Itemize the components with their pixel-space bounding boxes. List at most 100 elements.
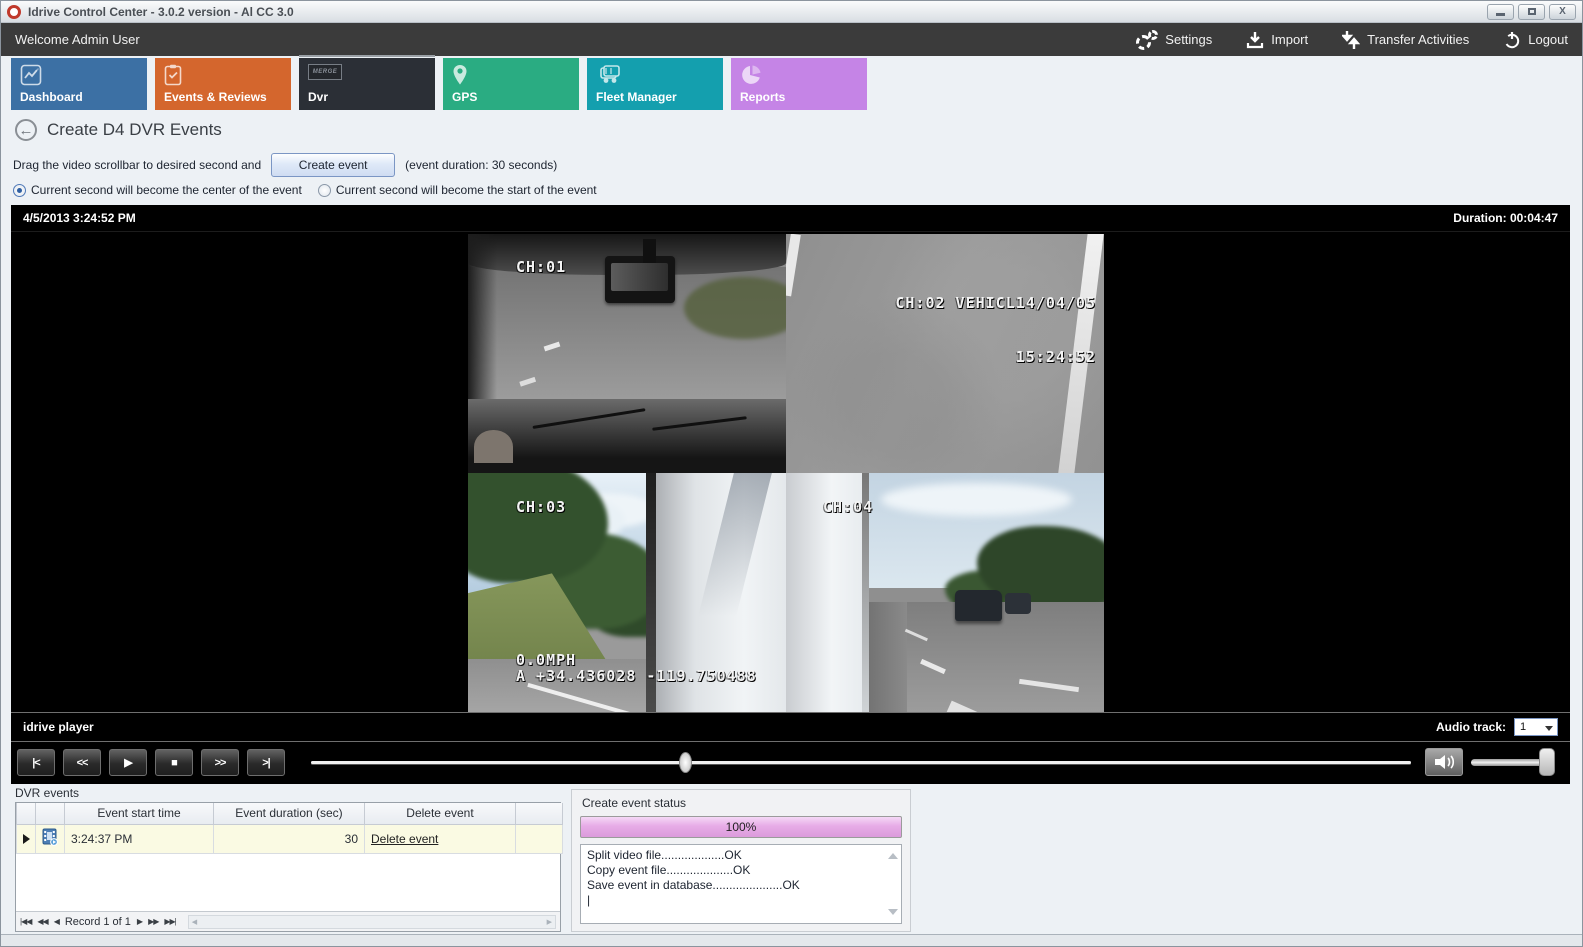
welcome-text: Welcome Admin User: [15, 32, 1136, 47]
import-icon: [1246, 31, 1264, 49]
create-event-status-panel: Create event status 100% Split video fil…: [571, 789, 911, 932]
radio-center-of-event[interactable]: Current second will become the center of…: [13, 183, 302, 197]
playback-controls: |< << ▶ ■ >> >|: [11, 742, 1570, 783]
prev-page-button[interactable]: ◀◀: [37, 917, 47, 926]
bottom-section: DVR events Event start time Event durati…: [11, 786, 1570, 932]
menu-bar: Welcome Admin User Settings Import: [1, 23, 1582, 56]
maximize-icon: [1528, 8, 1536, 15]
player-title: idrive player: [23, 720, 1436, 734]
video-quad: CH:01 CH:02 VEHICL14/04/05 15:24:52 CH:0…: [468, 234, 1104, 712]
osd-gps-coordinates: A +34.436028 -119.750488: [516, 667, 757, 685]
scroll-down-icon[interactable]: [888, 909, 898, 915]
seek-slider[interactable]: [311, 761, 1411, 764]
tab-dvr[interactable]: MERGE Dvr: [299, 58, 435, 110]
prev-record-button[interactable]: ◀: [54, 917, 59, 926]
settings-button[interactable]: Settings: [1136, 30, 1212, 50]
osd-ch2-line2: 15:24:52: [895, 348, 1096, 366]
row-selector-header: [17, 803, 36, 824]
scroll-left-icon: ◀: [192, 918, 197, 926]
audio-track-value: 1: [1520, 721, 1526, 733]
filler-cell: [516, 824, 563, 853]
osd-ch2-line1: CH:02 VEHICL14/04/05: [895, 294, 1096, 312]
window-bottom-frame: [1, 934, 1582, 946]
dvr-events-label: DVR events: [15, 786, 79, 800]
first-record-button[interactable]: |◀◀: [20, 917, 31, 926]
tab-dashboard-label: Dashboard: [20, 90, 83, 104]
checklist-icon: [164, 64, 182, 86]
radio-start-label: Current second will become the start of …: [336, 183, 597, 197]
delete-event-link[interactable]: Delete event: [371, 832, 438, 846]
minimize-icon: [1496, 13, 1505, 16]
col-event-start-time[interactable]: Event start time: [65, 803, 214, 824]
table-empty-area: [16, 854, 560, 912]
close-button[interactable]: X: [1549, 4, 1576, 20]
maximize-button[interactable]: [1518, 4, 1545, 20]
tab-reports[interactable]: Reports: [731, 58, 867, 110]
progress-bar: 100%: [580, 816, 902, 838]
go-to-start-button[interactable]: |<: [17, 749, 55, 776]
dvr-events-table: Event start time Event duration (sec) De…: [15, 802, 561, 932]
gear-icon: [1136, 30, 1158, 50]
minimize-button[interactable]: [1487, 4, 1514, 20]
fast-forward-button[interactable]: >>: [201, 749, 239, 776]
app-window: Idrive Control Center - 3.0.2 version - …: [0, 0, 1583, 947]
pie-chart-icon: [740, 64, 762, 86]
rewind-button[interactable]: <<: [63, 749, 101, 776]
tab-gps[interactable]: GPS: [443, 58, 579, 110]
close-icon: X: [1559, 7, 1566, 17]
osd-ch1-label: CH:01: [516, 258, 566, 276]
col-delete-event[interactable]: Delete event: [365, 803, 516, 824]
mute-button[interactable]: [1425, 748, 1463, 776]
log-line: Split video file...................OK: [587, 848, 885, 863]
tab-gps-label: GPS: [452, 90, 477, 104]
row-selector-cell: [17, 824, 36, 853]
tab-dashboard[interactable]: Dashboard: [11, 58, 147, 110]
next-record-button[interactable]: ▶: [137, 917, 142, 926]
event-icon-cell: [36, 824, 65, 853]
video-area: CH:01 CH:02 VEHICL14/04/05 15:24:52 CH:0…: [11, 232, 1570, 712]
tab-events-reviews[interactable]: Events & Reviews: [155, 58, 291, 110]
app-logo-icon: [7, 5, 21, 19]
seek-slider-thumb[interactable]: [679, 752, 692, 773]
table-row[interactable]: 3:24:37 PM 30 Delete event: [17, 824, 563, 853]
transfer-icon: [1342, 30, 1360, 50]
back-button[interactable]: ←: [15, 119, 37, 141]
osd-ch3-label: CH:03: [516, 498, 566, 516]
audio-track-select[interactable]: 1: [1514, 718, 1558, 736]
tab-dvr-label: Dvr: [308, 90, 328, 104]
truck-icon: [596, 64, 622, 86]
radio-start-of-event[interactable]: Current second will become the start of …: [318, 183, 597, 197]
last-record-button[interactable]: ▶▶|: [164, 917, 175, 926]
logout-button[interactable]: Logout: [1503, 31, 1568, 49]
volume-slider[interactable]: [1471, 759, 1555, 766]
speaker-icon: [1433, 754, 1455, 770]
import-label: Import: [1271, 32, 1308, 47]
stop-button[interactable]: ■: [155, 749, 193, 776]
logout-label: Logout: [1528, 32, 1568, 47]
log-cursor: |: [587, 893, 885, 908]
icon-column-header: [36, 803, 65, 824]
active-tab-indicator: [299, 55, 435, 57]
horizontal-scrollbar[interactable]: ◀ ▶: [188, 915, 556, 929]
scroll-up-icon[interactable]: [888, 853, 898, 859]
tab-reports-label: Reports: [740, 90, 785, 104]
transfer-activities-button[interactable]: Transfer Activities: [1342, 30, 1469, 50]
radio-center-label: Current second will become the center of…: [31, 183, 302, 197]
go-to-end-button[interactable]: >|: [247, 749, 285, 776]
create-event-button[interactable]: Create event: [271, 153, 395, 177]
status-log[interactable]: Split video file...................OK Co…: [580, 844, 902, 924]
volume-slider-thumb[interactable]: [1539, 748, 1555, 776]
player-title-bar: idrive player Audio track: 1: [11, 712, 1570, 742]
next-page-button[interactable]: ▶▶: [148, 917, 158, 926]
osd-ch2-label: CH:02 VEHICL14/04/05 15:24:52: [895, 258, 1096, 402]
import-button[interactable]: Import: [1246, 31, 1308, 49]
osd-ch4-label: CH:04: [823, 498, 873, 516]
back-arrow-icon: ←: [19, 122, 34, 139]
transfer-activities-label: Transfer Activities: [1367, 32, 1469, 47]
col-event-duration[interactable]: Event duration (sec): [214, 803, 365, 824]
tab-fleet-manager[interactable]: Fleet Manager: [587, 58, 723, 110]
play-button[interactable]: ▶: [109, 749, 147, 776]
instruction-text: Drag the video scrollbar to desired seco…: [13, 158, 261, 172]
power-icon: [1503, 31, 1521, 49]
event-duration-cell: 30: [214, 824, 365, 853]
